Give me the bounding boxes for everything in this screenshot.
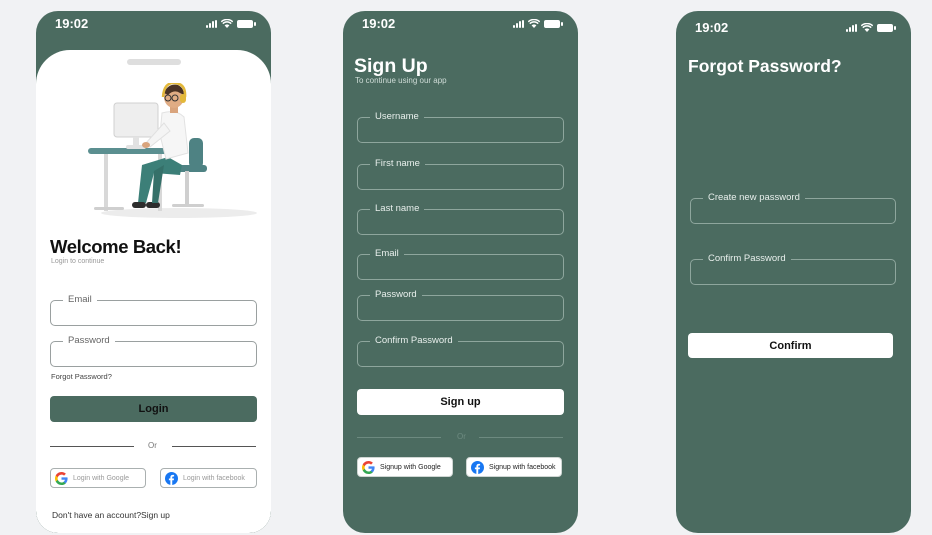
status-bar: 19:02: [676, 11, 911, 39]
battery-icon: [237, 20, 256, 28]
signup-subtitle: To continue using our app: [355, 76, 447, 85]
status-time: 19:02: [362, 16, 396, 31]
first-name-field-label: First name: [370, 158, 425, 170]
forgot-password-screen: 19:02 Forgot Password? Create new passwo…: [676, 11, 911, 533]
divider-left: [357, 437, 441, 438]
or-divider-text: Or: [148, 441, 157, 450]
login-google-button[interactable]: Login with Google: [50, 468, 146, 488]
forgot-password-link[interactable]: Forgot Password?: [51, 372, 112, 381]
status-icons: [513, 19, 563, 28]
email-field-label: Email: [63, 294, 97, 306]
new-password-field-label: Create new password: [703, 192, 805, 204]
forgot-password-title: Forgot Password?: [688, 56, 842, 76]
login-subtitle: Login to continue: [51, 258, 105, 265]
wifi-icon: [528, 19, 540, 28]
confirm-password-field-label: Confirm Password: [703, 253, 791, 265]
facebook-button-label: Login with facebook: [183, 474, 245, 482]
confirm-button[interactable]: Confirm: [688, 333, 893, 358]
password-field[interactable]: Password: [357, 289, 564, 321]
signup-title: Sign Up: [354, 55, 428, 77]
google-icon: [55, 471, 68, 485]
username-field[interactable]: Username: [357, 111, 564, 143]
status-icons: [846, 23, 896, 32]
google-button-label: Login with Google: [73, 474, 130, 482]
signup-screen: 19:02 Sign Up To continue using our app …: [343, 11, 578, 533]
battery-icon: [877, 24, 896, 32]
signal-icon: [846, 24, 857, 32]
facebook-icon: [471, 460, 484, 474]
google-icon: [362, 460, 375, 474]
password-field[interactable]: Password: [50, 335, 257, 367]
status-time: 19:02: [695, 20, 729, 35]
signal-icon: [206, 20, 217, 28]
status-bar: 19:02: [36, 11, 271, 39]
signal-icon: [513, 20, 524, 28]
signup-prompt-link[interactable]: Don't have an account?Sign up: [52, 510, 170, 520]
facebook-button-label: Signup with facebook: [489, 463, 556, 471]
last-name-field-label: Last name: [370, 203, 425, 215]
divider-right: [172, 446, 256, 447]
drag-handle[interactable]: [127, 59, 181, 65]
first-name-field[interactable]: First name: [357, 158, 564, 190]
login-card: Welcome Back! Login to continue Email Pa…: [36, 50, 271, 533]
signup-google-button[interactable]: Signup with Google: [357, 457, 453, 477]
or-divider-text: Or: [457, 432, 466, 441]
person-at-desk-illustration: [88, 83, 257, 218]
last-name-field[interactable]: Last name: [357, 203, 564, 235]
login-button[interactable]: Login: [50, 396, 257, 422]
status-time: 19:02: [55, 16, 89, 31]
confirm-password-field[interactable]: Confirm Password: [690, 253, 896, 285]
username-field-label: Username: [370, 111, 424, 123]
password-field-label: Password: [63, 335, 115, 347]
password-field-label: Password: [370, 289, 422, 301]
login-title: Welcome Back!: [50, 236, 182, 257]
divider-left: [50, 446, 134, 447]
signup-button[interactable]: Sign up: [357, 389, 564, 415]
wifi-icon: [221, 19, 233, 28]
login-facebook-button[interactable]: Login with facebook: [160, 468, 257, 488]
email-field[interactable]: Email: [50, 294, 257, 326]
new-password-field[interactable]: Create new password: [690, 192, 896, 224]
signup-facebook-button[interactable]: Signup with facebook: [466, 457, 562, 477]
status-icons: [206, 19, 256, 28]
confirm-password-field-label: Confirm Password: [370, 335, 458, 347]
email-field-label: Email: [370, 248, 404, 260]
google-button-label: Signup with Google: [380, 463, 441, 471]
status-bar: 19:02: [343, 11, 578, 39]
confirm-password-field[interactable]: Confirm Password: [357, 335, 564, 367]
login-screen: 19:02 Welcome Back! Login to continue Em…: [36, 11, 271, 533]
battery-icon: [544, 20, 563, 28]
email-field[interactable]: Email: [357, 248, 564, 280]
wifi-icon: [861, 23, 873, 32]
divider-right: [479, 437, 563, 438]
facebook-icon: [165, 471, 178, 485]
